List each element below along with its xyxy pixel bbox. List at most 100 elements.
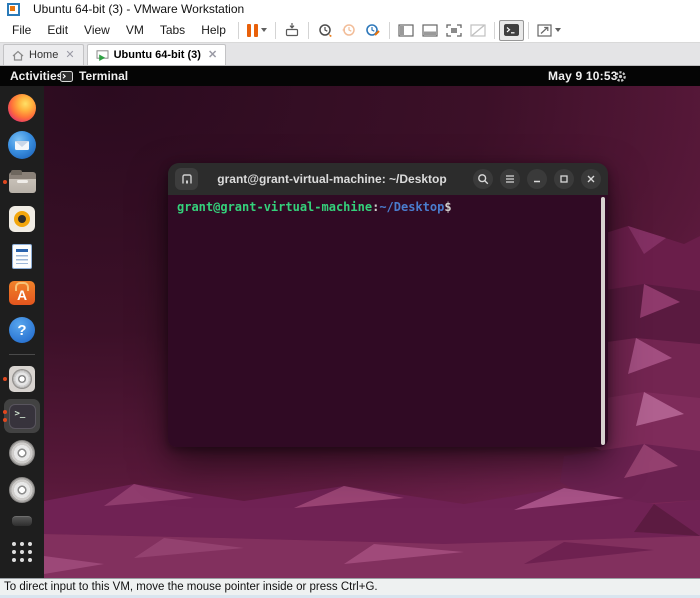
gnome-topbar: Activities Terminal May 9 10:53 bbox=[0, 66, 700, 86]
panel-bottom-icon bbox=[422, 24, 438, 37]
prompt-path: ~/Desktop bbox=[379, 200, 444, 214]
dock-separator bbox=[9, 354, 35, 355]
menu-file[interactable]: File bbox=[4, 20, 39, 40]
toolbar-separator bbox=[389, 22, 390, 39]
console-view-button[interactable] bbox=[499, 20, 524, 41]
terminal-app-icon bbox=[60, 71, 73, 82]
window-title: Ubuntu 64-bit (3) - VMware Workstation bbox=[33, 2, 244, 16]
toolbar-separator bbox=[494, 22, 495, 39]
tab-ubuntu-vm[interactable]: Ubuntu 64-bit (3) ✕ bbox=[87, 44, 227, 65]
dock-item-cd-drive-1[interactable] bbox=[3, 438, 41, 468]
show-applications-button[interactable] bbox=[3, 537, 41, 567]
activities-button[interactable]: Activities bbox=[10, 66, 63, 86]
power-pause-button[interactable] bbox=[243, 20, 271, 41]
menu-edit[interactable]: Edit bbox=[39, 20, 76, 40]
dock-item-disks[interactable] bbox=[3, 364, 41, 394]
unity-mode-button[interactable] bbox=[466, 20, 490, 41]
unity-mode-icon bbox=[470, 24, 486, 37]
input-hint-text: To direct input to this VM, move the mou… bbox=[4, 581, 378, 593]
guest-screen[interactable]: Activities Terminal May 9 10:53 bbox=[0, 66, 700, 578]
dock-item-files[interactable] bbox=[3, 167, 41, 197]
terminal-scrollbar[interactable] bbox=[601, 197, 605, 445]
menu-tabs[interactable]: Tabs bbox=[152, 20, 193, 40]
toolbar-separator bbox=[308, 22, 309, 39]
dock-item-terminal[interactable]: >_ bbox=[3, 401, 41, 431]
close-button[interactable] bbox=[581, 169, 601, 189]
hamburger-icon bbox=[504, 173, 516, 185]
focused-app-label: Terminal bbox=[79, 69, 128, 83]
dock-item-rhythmbox[interactable] bbox=[3, 204, 41, 234]
dock-item-cd-drive-2[interactable] bbox=[3, 475, 41, 505]
snapshot-manager-button[interactable] bbox=[361, 20, 385, 41]
dock-item-libreoffice-writer[interactable] bbox=[3, 241, 41, 271]
firefox-icon bbox=[8, 94, 36, 122]
dock-item-trash[interactable] bbox=[3, 512, 41, 530]
revert-snapshot-icon bbox=[341, 22, 357, 38]
chevron-down-icon bbox=[555, 28, 561, 32]
menu-help[interactable]: Help bbox=[193, 20, 234, 40]
chevron-down-icon bbox=[261, 28, 267, 32]
disks-icon bbox=[9, 366, 35, 392]
cd-disc-icon bbox=[9, 477, 35, 503]
focused-app-tile: >_ bbox=[4, 399, 40, 433]
dock-item-help[interactable]: ? bbox=[3, 315, 41, 345]
search-button[interactable] bbox=[473, 169, 493, 189]
dock-item-thunderbird[interactable] bbox=[3, 130, 41, 160]
stretch-guest-button[interactable] bbox=[533, 20, 565, 41]
cd-disc-icon bbox=[9, 440, 35, 466]
tab-close-icon[interactable]: ✕ bbox=[63, 50, 74, 61]
system-status-area[interactable] bbox=[614, 66, 627, 86]
snapshot-clock-icon bbox=[317, 22, 333, 38]
tab-close-icon[interactable]: ✕ bbox=[206, 50, 217, 61]
toolbar-separator bbox=[528, 22, 529, 39]
full-screen-icon bbox=[446, 24, 462, 37]
minimize-button[interactable] bbox=[527, 169, 547, 189]
prompt-symbol: $ bbox=[444, 200, 451, 214]
menu-view[interactable]: View bbox=[76, 20, 118, 40]
running-indicator bbox=[3, 377, 7, 381]
toolbar-separator bbox=[275, 22, 276, 39]
take-snapshot-button[interactable] bbox=[313, 20, 337, 41]
stretch-icon bbox=[537, 24, 552, 37]
new-tab-button[interactable] bbox=[175, 168, 198, 190]
vmware-statusbar: To direct input to this VM, move the mou… bbox=[0, 578, 700, 598]
terminal-headerbar[interactable]: grant@grant-virtual-machine: ~/Desktop bbox=[168, 163, 608, 195]
close-icon bbox=[585, 173, 597, 185]
menubar: File Edit View VM Tabs Help bbox=[0, 18, 700, 43]
console-icon bbox=[504, 24, 519, 36]
send-ctrl-alt-del-button[interactable] bbox=[280, 20, 304, 41]
clock[interactable]: May 9 10:53 bbox=[548, 66, 618, 86]
terminal-window: grant@grant-virtual-machine: ~/Desktop bbox=[168, 163, 608, 447]
terminal-title: grant@grant-virtual-machine: ~/Desktop bbox=[198, 172, 466, 186]
trash-icon bbox=[12, 516, 32, 526]
show-thumbnail-bar-button[interactable] bbox=[418, 20, 442, 41]
tab-home[interactable]: Home ✕ bbox=[3, 44, 84, 65]
prompt-user-host: grant@grant-virtual-machine bbox=[177, 200, 372, 214]
maximize-icon bbox=[558, 173, 570, 185]
dock-item-ubuntu-software[interactable]: A bbox=[3, 278, 41, 308]
terminal-icon: >_ bbox=[9, 404, 36, 429]
tab-ubuntu-vm-label: Ubuntu 64-bit (3) bbox=[114, 49, 201, 61]
revert-snapshot-button[interactable] bbox=[337, 20, 361, 41]
menu-vm[interactable]: VM bbox=[118, 20, 152, 40]
focused-app-indicator[interactable]: Terminal bbox=[60, 66, 128, 86]
show-applications-icon bbox=[12, 542, 32, 562]
vmware-workstation-window: Ubuntu 64-bit (3) - VMware Workstation F… bbox=[0, 0, 700, 598]
show-library-button[interactable] bbox=[394, 20, 418, 41]
thunderbird-icon bbox=[8, 131, 36, 159]
snapshot-manager-icon bbox=[365, 22, 381, 38]
menu-button[interactable] bbox=[500, 169, 520, 189]
panel-left-icon bbox=[398, 24, 414, 37]
running-indicator bbox=[3, 410, 7, 414]
home-icon bbox=[12, 50, 24, 61]
help-icon: ? bbox=[9, 317, 35, 343]
terminal-body[interactable]: grant@grant-virtual-machine:~/Desktop$ bbox=[168, 195, 608, 447]
maximize-button[interactable] bbox=[554, 169, 574, 189]
enter-full-screen-button[interactable] bbox=[442, 20, 466, 41]
search-icon bbox=[477, 173, 489, 185]
libreoffice-writer-icon bbox=[12, 244, 32, 269]
dock-item-firefox[interactable] bbox=[3, 93, 41, 123]
new-tab-icon bbox=[181, 173, 193, 185]
rhythmbox-icon bbox=[9, 206, 35, 232]
window-titlebar: Ubuntu 64-bit (3) - VMware Workstation bbox=[0, 0, 700, 18]
